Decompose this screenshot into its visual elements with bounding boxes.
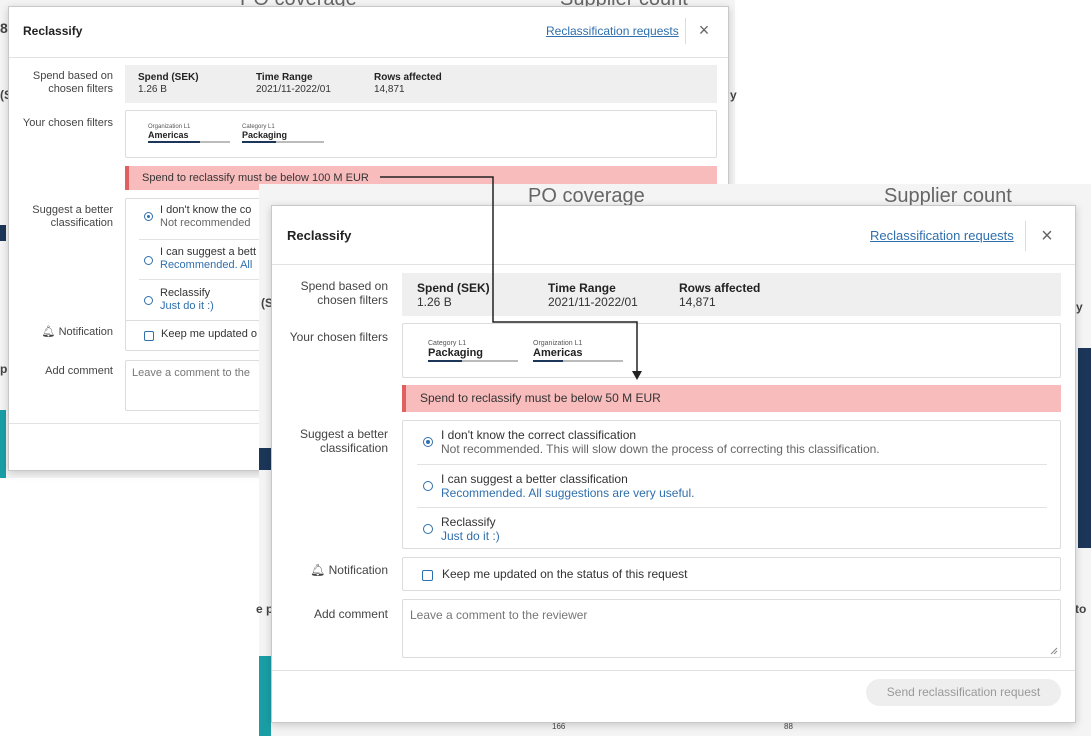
warning-connector-arrow <box>380 176 642 380</box>
arrowhead-icon <box>632 371 642 380</box>
connector-line <box>380 176 638 372</box>
